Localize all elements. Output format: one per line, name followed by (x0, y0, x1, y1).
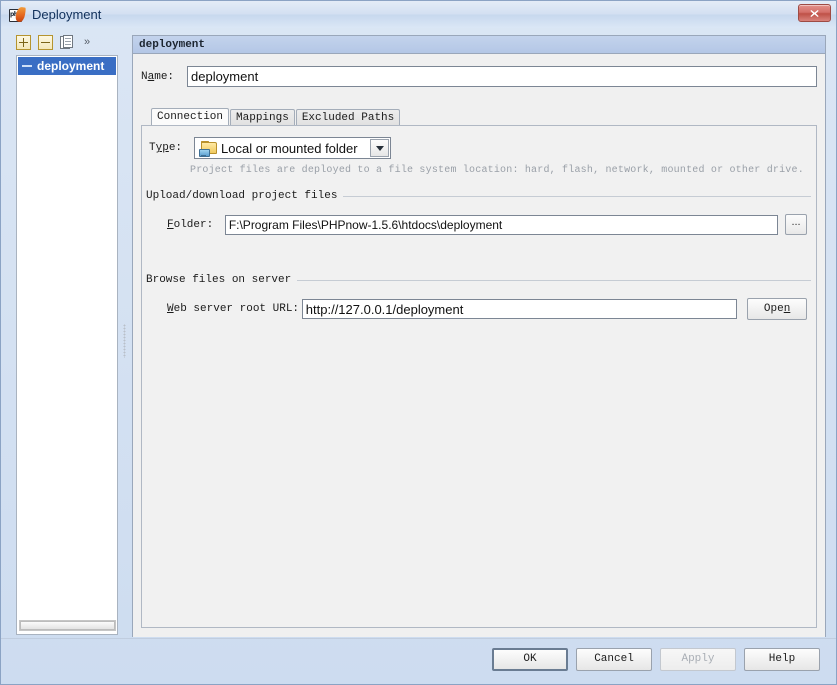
upload-group-separator: Upload/download project files (146, 190, 811, 202)
title-bar: php Deployment (1, 1, 836, 28)
panel-header-title: deployment (139, 38, 206, 51)
dialog-footer: OK Cancel Apply Help (1, 638, 836, 684)
browse-group-separator: Browse files on server (146, 274, 811, 286)
window-title: Deployment (32, 7, 102, 22)
panel-content: Name: Connection Mappings Excluded Paths… (133, 54, 825, 637)
servers-list[interactable]: deployment (16, 55, 118, 635)
folder-input[interactable] (224, 214, 779, 235)
name-label: Name: (141, 70, 175, 83)
scrollbar-thumb[interactable] (20, 621, 115, 630)
copy-button[interactable] (60, 34, 75, 50)
connection-tab-panel: Type: Local or mounted folder Project fi… (141, 125, 817, 628)
type-row: Type: Local or mounted folder (149, 137, 391, 159)
type-combobox-value: Local or mounted folder (221, 140, 358, 156)
folder-browse-button[interactable]: ... (785, 214, 807, 235)
open-button[interactable]: Open (747, 298, 807, 320)
list-item-bullet-icon (22, 65, 32, 67)
close-icon[interactable] (798, 4, 831, 22)
list-toolbar: » (7, 29, 118, 55)
folder-row: Folder: ... (167, 214, 807, 235)
type-description: Project files are deployed to a file sys… (190, 165, 804, 176)
name-input[interactable] (187, 66, 817, 87)
type-combobox[interactable]: Local or mounted folder (194, 137, 391, 159)
web-server-url-label: Web server root URL: (167, 303, 300, 315)
name-row: Name: (141, 66, 817, 87)
add-button[interactable] (16, 34, 31, 50)
server-settings-panel: deployment Name: Connection Mappings Exc… (132, 35, 826, 637)
separator-line (343, 195, 811, 197)
list-horizontal-scrollbar[interactable] (19, 620, 116, 631)
php-flame-icon: php (9, 5, 27, 23)
dialog-button-row: OK Cancel Apply Help (492, 648, 820, 671)
panel-header: deployment (133, 36, 825, 54)
help-button[interactable]: Help (744, 648, 820, 671)
remove-button[interactable] (38, 34, 53, 50)
folder-mounted-icon (199, 140, 217, 157)
dialog-body: » deployment deployment Name: deployment… (7, 29, 832, 639)
web-server-url-row: Web server root URL: Open (167, 298, 807, 320)
separator-line (297, 279, 811, 281)
tab-mappings[interactable]: Mappings (230, 109, 295, 126)
chevron-down-icon[interactable] (370, 139, 389, 157)
ok-button[interactable]: OK (492, 648, 568, 671)
tab-excluded-paths[interactable]: Excluded Paths (295, 109, 401, 126)
browse-group-title: Browse files on server (146, 274, 292, 286)
type-label: Type: (149, 142, 183, 154)
settings-tabs: Connection Mappings Excluded Paths (151, 108, 401, 126)
servers-list-panel: » deployment (7, 29, 118, 637)
cancel-button[interactable]: Cancel (576, 648, 652, 671)
deployment-dialog-window: php Deployment » (0, 0, 837, 685)
tab-connection[interactable]: Connection (151, 108, 230, 126)
upload-group-title: Upload/download project files (146, 190, 338, 202)
web-server-url-input[interactable] (301, 299, 738, 319)
list-item-label: deployment (37, 59, 105, 73)
apply-button: Apply (660, 648, 736, 671)
folder-label: Folder: (167, 218, 214, 231)
splitter-grip-icon (123, 324, 126, 358)
panel-splitter[interactable] (120, 29, 130, 637)
overflow-button[interactable]: » (84, 35, 90, 50)
list-item[interactable]: deployment (18, 57, 116, 75)
